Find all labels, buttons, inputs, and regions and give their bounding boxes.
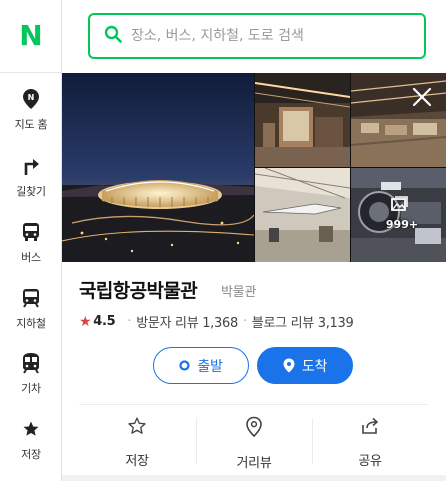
main-photo[interactable] [62,73,254,262]
nav-item-label: 버스 [21,251,41,264]
nav-item-subway[interactable]: 지하철 [0,285,62,347]
meta-separator: · [242,314,247,329]
bus-icon [22,219,40,245]
nav-item-label: 저장 [21,448,41,461]
logo-text: N [19,19,43,52]
arrive-button[interactable]: 도착 [257,347,353,384]
place-meta: ★ 4.5 · 방문자 리뷰 1,368 · 블로그 리뷰 3,139 [79,312,354,332]
search-input[interactable] [131,28,411,44]
search-icon [104,25,122,47]
rating-value: 4.5 [93,314,116,329]
bottom-strip [62,475,446,481]
directions-icon [22,153,40,179]
subway-icon [22,285,40,311]
photo-count[interactable]: 999+ [383,218,421,231]
nav-item-bus[interactable]: 버스 [0,219,62,281]
star-outline-icon [127,416,147,440]
nav-item-label: 지도 홈 [14,118,48,131]
nav-item-label: 길찾기 [16,185,46,198]
blog-reviews-link[interactable]: 블로그 리뷰 3,139 [252,312,354,331]
map-pin-icon: N [22,86,40,112]
naver-logo[interactable]: N [0,0,62,73]
rating-star-icon: ★ [79,313,92,330]
share-tool-button[interactable]: 공유 [312,416,428,469]
star-icon [22,416,40,442]
destination-pin-icon [283,358,295,373]
nav-item-saved[interactable]: 저장 [0,416,62,478]
svg-text:N: N [28,93,35,102]
place-title[interactable]: 국립항공박물관 [79,276,198,303]
start-dot-icon [179,360,191,371]
tool-label: 저장 [125,454,149,469]
tool-label: 거리뷰 [236,456,272,471]
place-category: 박물관 [221,285,256,300]
start-button-label: 출발 [197,358,223,375]
arrive-button-label: 도착 [301,358,328,375]
nav-item-map-home[interactable]: N 지도 홈 [0,86,62,148]
train-icon [22,350,40,376]
gallery-photo-2[interactable] [255,73,350,167]
save-tool-button[interactable]: 저장 [79,416,195,469]
meta-separator: · [127,314,132,329]
street-view-icon [245,416,263,442]
gallery-photo-4[interactable] [255,168,350,262]
close-icon[interactable] [408,83,436,111]
nav-item-label: 지하철 [16,317,46,330]
street-view-tool-button[interactable]: 거리뷰 [196,416,312,471]
section-divider [79,404,428,405]
photo-gallery [62,73,446,262]
start-button[interactable]: 출발 [153,347,249,384]
nav-item-train[interactable]: 기차 [0,350,62,412]
left-nav: N N 지도 홈 길찾기 버스 지하철 기차 저장 [0,0,62,481]
visitor-reviews-link[interactable]: 방문자 리뷰 1,368 [136,312,238,331]
photo-stack-icon [390,196,408,216]
search-box[interactable] [88,13,426,59]
tool-label: 공유 [358,454,382,469]
share-icon [360,416,380,440]
nav-item-label: 기차 [21,382,41,395]
nav-item-directions[interactable]: 길찾기 [0,153,62,215]
